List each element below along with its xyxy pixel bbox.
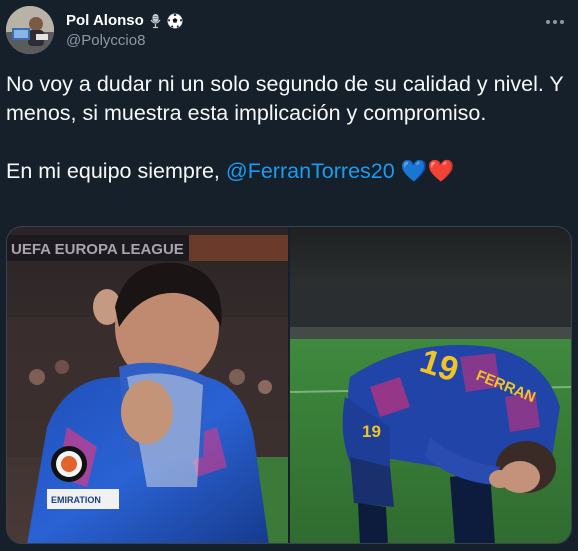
media-photo-right[interactable]: 19 FERRAN 19 — [290, 227, 571, 543]
avatar-image — [6, 6, 54, 54]
tweet-text: No voy a dudar ni un solo segundo de su … — [6, 70, 566, 186]
tweet-header: Pol Alonso @Polyccio8 — [6, 6, 572, 58]
mention-link[interactable]: @FerranTorres20 — [226, 159, 395, 183]
tweet-paragraph-2: En mi equipo siempre, @FerranTorres20 💙❤… — [6, 157, 566, 186]
microphone-icon — [149, 13, 162, 29]
avatar[interactable] — [6, 6, 54, 54]
media-photo-left[interactable]: UEFA EUROPA LEAGUE EMIRATION — [7, 227, 288, 543]
more-options-button[interactable] — [542, 12, 568, 32]
author-display-name[interactable]: Pol Alonso — [66, 12, 144, 29]
jersey-shorts-number: 19 — [362, 422, 381, 441]
photo-crying-player: UEFA EUROPA LEAGUE EMIRATION — [7, 227, 288, 543]
uefa-banner-text: UEFA EUROPA LEAGUE — [11, 241, 184, 258]
tweet-paragraph-1: No voy a dudar ni un solo segundo de su … — [6, 72, 564, 125]
more-icon — [546, 20, 564, 24]
jersey-sponsor-text: EMIRATION — [51, 495, 101, 505]
soccer-ball-icon — [167, 13, 183, 29]
photo-bowing-player: 19 FERRAN 19 — [290, 227, 571, 543]
tweet-card: Pol Alonso @Polyccio8 No voy a dudar ni … — [0, 0, 578, 551]
author-handle[interactable]: @Polyccio8 — [66, 32, 145, 49]
heart-emojis: 💙❤️ — [400, 159, 455, 183]
media-grid: UEFA EUROPA LEAGUE EMIRATION 19 FERRAN 1… — [6, 226, 572, 544]
author-name-row: Pol Alonso — [66, 12, 183, 29]
tweet-paragraph-2-text: En mi equipo siempre, — [6, 159, 226, 183]
